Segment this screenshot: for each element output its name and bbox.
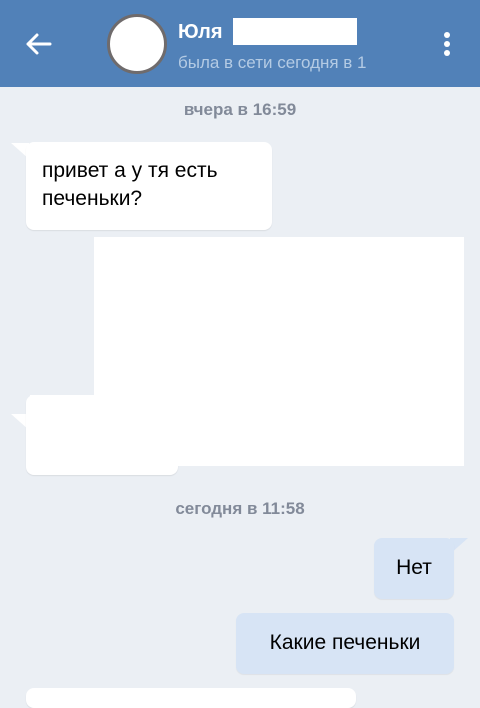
message-incoming[interactable]: привет а у тя есть печеньки? — [26, 142, 272, 230]
arrow-left-icon — [26, 33, 52, 55]
message-incoming[interactable] — [26, 688, 356, 708]
message-outgoing[interactable]: Нет — [374, 538, 454, 599]
back-button[interactable] — [20, 26, 56, 62]
chat-header: Юля была в сети сегодня в 1 — [0, 0, 480, 87]
message-text: Нет — [396, 556, 432, 579]
more-vertical-icon — [444, 32, 450, 56]
last-seen-status: была в сети сегодня в 1 — [178, 53, 367, 72]
message-outgoing[interactable]: Какие печеньки — [236, 613, 454, 674]
redacted-block — [94, 237, 464, 466]
contact-name[interactable]: Юля — [178, 20, 223, 44]
message-text: Какие печеньки — [269, 631, 421, 654]
more-button[interactable] — [432, 28, 462, 60]
date-separator: сегодня в 11:58 — [175, 499, 305, 518]
message-text: привет а у тя есть печеньки? — [42, 159, 218, 210]
redacted-block — [233, 18, 357, 45]
date-separator: вчера в 16:59 — [183, 100, 297, 119]
redacted-block — [30, 395, 100, 465]
avatar[interactable] — [107, 14, 167, 74]
